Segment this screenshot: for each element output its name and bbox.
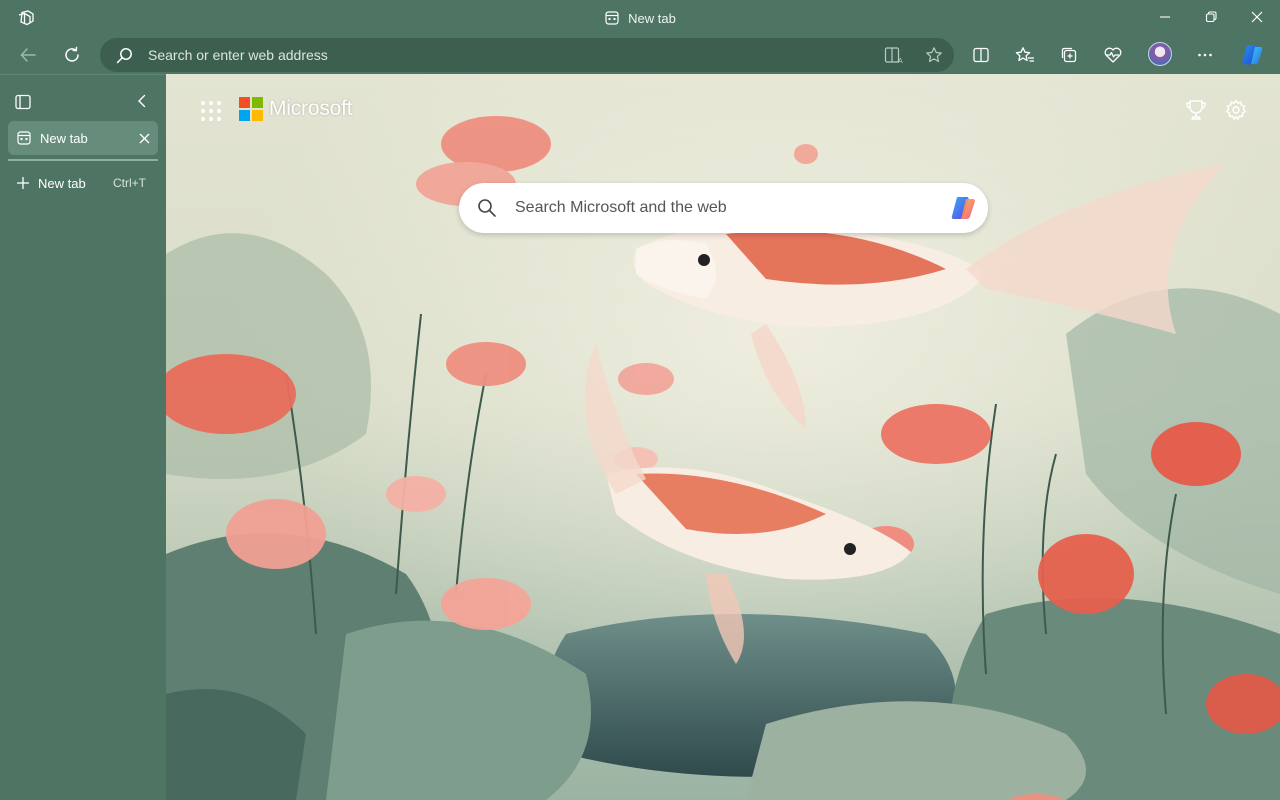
tab-actions-menu-icon[interactable]	[14, 93, 32, 116]
gear-icon	[1225, 99, 1247, 121]
new-tab-page: Microsoft Search Microsoft and the web	[166, 74, 1280, 800]
immersive-reader-icon: A	[884, 47, 903, 64]
window-title-text: New tab	[628, 10, 676, 26]
new-tab-shortcut: Ctrl+T	[113, 176, 146, 190]
close-window-button[interactable]	[1234, 0, 1280, 34]
more-button[interactable]	[1189, 39, 1221, 71]
new-tab-favicon	[605, 11, 619, 25]
browser-essentials-button[interactable]	[1097, 39, 1129, 71]
address-bar[interactable]: Search or enter web address A	[100, 38, 954, 72]
rewards-button[interactable]	[1182, 96, 1210, 124]
copilot-icon	[951, 197, 975, 219]
address-input[interactable]: Search or enter web address	[148, 47, 874, 63]
sidebar-divider	[8, 159, 158, 161]
sidebar-tab-label: New tab	[40, 130, 88, 146]
split-screen-icon	[973, 47, 989, 63]
close-tab-button[interactable]	[130, 121, 158, 155]
minimize-button[interactable]	[1142, 0, 1188, 34]
close-icon	[139, 133, 149, 143]
microsoft-brand-text: Microsoft	[269, 97, 353, 120]
split-screen-button[interactable]	[965, 39, 997, 71]
window-title: New tab	[0, 0, 1280, 36]
collapse-pane-icon[interactable]	[134, 93, 150, 114]
microsoft-logo[interactable]: Microsoft	[239, 96, 353, 122]
title-bar: New tab	[0, 0, 1280, 36]
back-button[interactable]	[12, 39, 44, 71]
plus-icon	[17, 177, 29, 189]
new-tab-label: New tab	[38, 175, 86, 191]
copilot-search-button[interactable]	[938, 194, 988, 222]
sidebar-header	[0, 89, 166, 113]
more-icon	[1198, 53, 1212, 57]
restore-button[interactable]	[1188, 0, 1234, 34]
collections-icon	[1061, 47, 1077, 63]
vertical-tabs-sidebar: New tab New tab Ctrl+T	[0, 74, 166, 800]
star-icon	[926, 47, 942, 63]
favorites-icon	[1015, 47, 1034, 62]
heart-pulse-icon	[1104, 47, 1122, 63]
app-grid-icon	[201, 101, 221, 121]
immersive-reader-button[interactable]: A	[874, 38, 914, 72]
workspaces-icon[interactable]	[14, 7, 38, 29]
microsoft-logo-icon	[239, 97, 263, 121]
copilot-button[interactable]	[1236, 39, 1268, 71]
back-arrow-icon	[20, 48, 36, 62]
search-icon	[478, 199, 496, 217]
profile-avatar[interactable]	[1148, 42, 1172, 66]
copilot-icon	[1242, 45, 1263, 65]
search-icon	[116, 47, 132, 63]
trophy-icon	[1186, 100, 1206, 120]
favorite-this-page-button[interactable]	[914, 38, 954, 72]
refresh-button[interactable]	[56, 39, 88, 71]
collections-button[interactable]	[1053, 39, 1085, 71]
favorites-button[interactable]	[1009, 39, 1041, 71]
web-search-box[interactable]: Search Microsoft and the web	[459, 183, 988, 233]
page-settings-button[interactable]	[1222, 96, 1250, 124]
app-launcher-button[interactable]	[200, 100, 222, 122]
web-search-input[interactable]: Search Microsoft and the web	[515, 199, 938, 217]
browser-toolbar: Search or enter web address A	[0, 36, 1280, 74]
refresh-icon	[65, 46, 79, 62]
new-tab-favicon	[17, 131, 31, 145]
sidebar-tab-new-tab[interactable]: New tab	[8, 121, 158, 155]
svg-text:A: A	[898, 58, 903, 64]
new-tab-button[interactable]: New tab Ctrl+T	[8, 169, 158, 197]
